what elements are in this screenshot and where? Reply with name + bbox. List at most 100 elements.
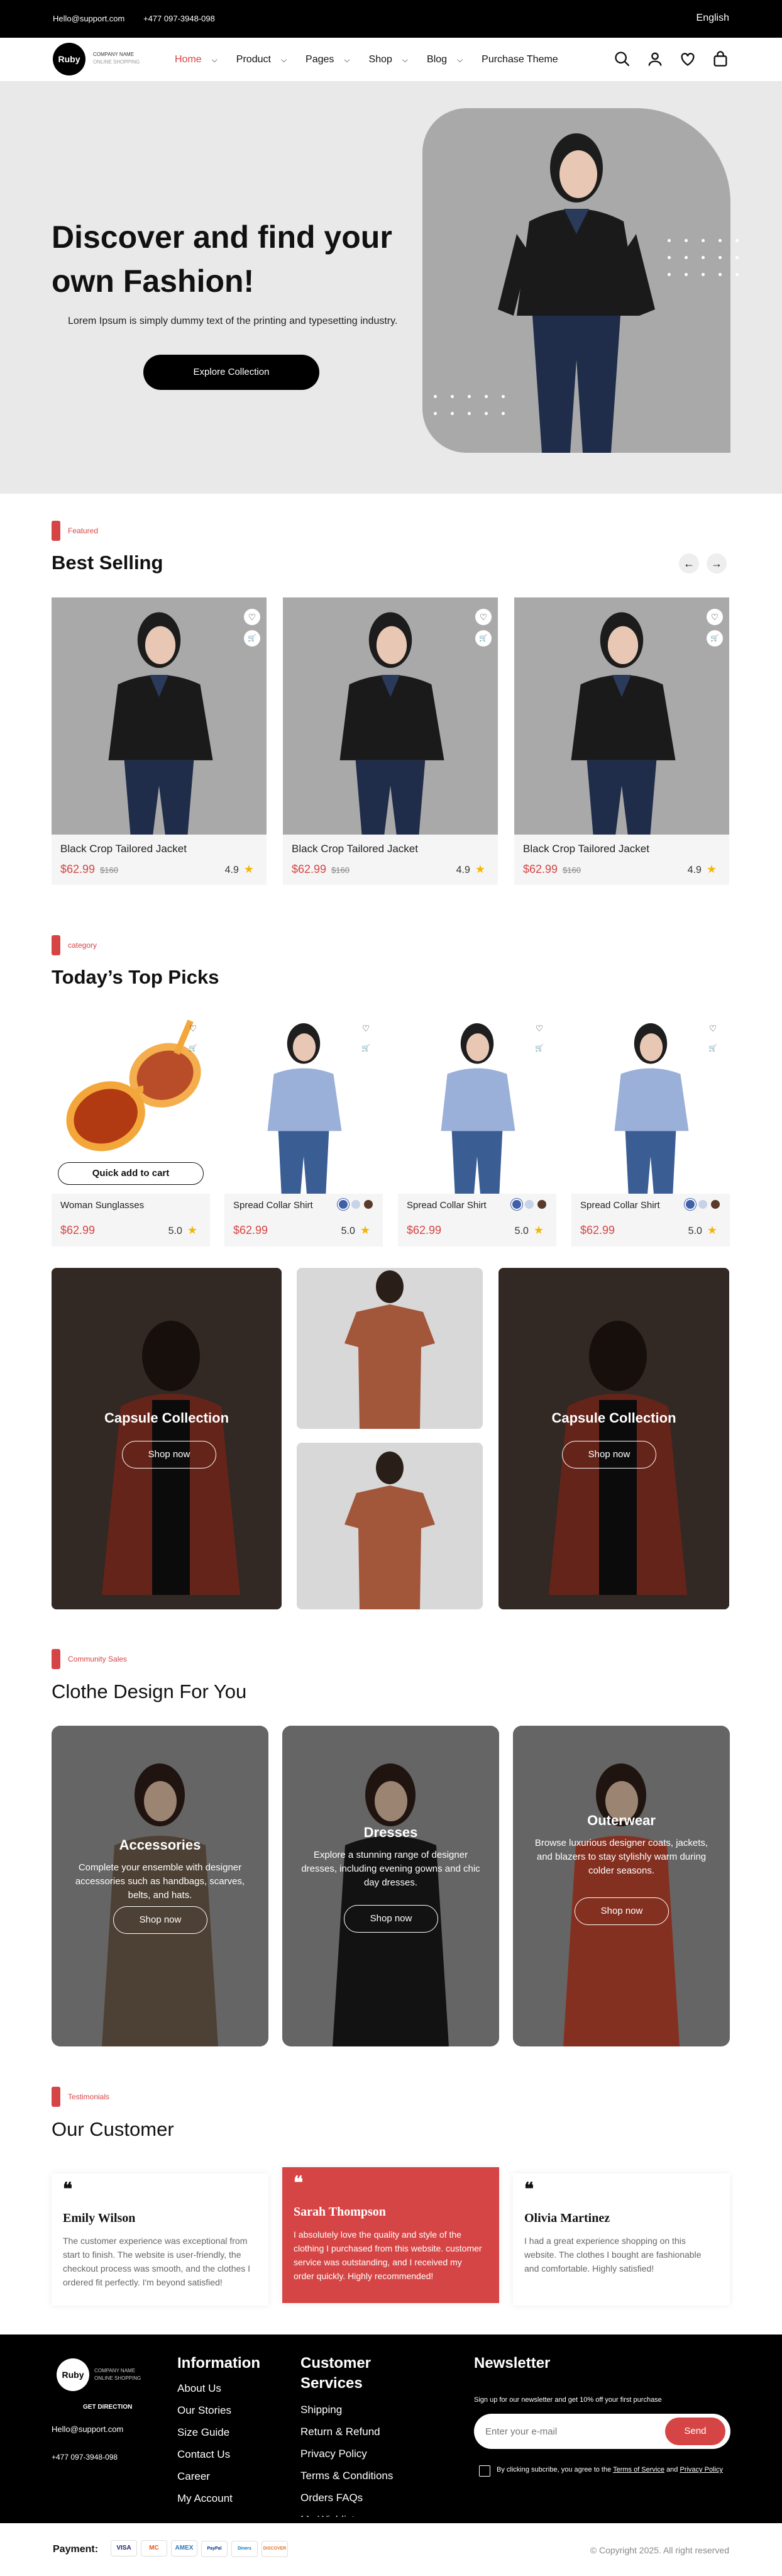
next-arrow-button[interactable]: → — [707, 553, 727, 574]
rating-value: 4.9 — [687, 865, 702, 875]
product-price: $62.99 — [60, 1224, 96, 1236]
footer-link[interactable]: Career — [177, 2465, 233, 2487]
category-shop-button[interactable]: Shop now — [344, 1905, 438, 1933]
add-to-cart-icon[interactable]: 🛒 — [185, 1040, 201, 1057]
color-swatch[interactable] — [537, 1200, 546, 1209]
footer-email[interactable]: Hello@support.com — [52, 2424, 123, 2434]
category-shop-button[interactable]: Shop now — [113, 1906, 207, 1934]
footer-link[interactable]: Shipping — [300, 2399, 393, 2421]
product-name[interactable]: Black Crop Tailored Jacket — [292, 843, 418, 855]
wishlist-heart-icon[interactable]: ♡ — [531, 1020, 548, 1036]
add-to-cart-icon[interactable]: 🛒 — [475, 630, 492, 647]
collection-left-card[interactable]: Capsule Collection Shop now — [52, 1268, 282, 1609]
footer-link[interactable]: Privacy Policy — [300, 2443, 393, 2465]
newsletter-send-button[interactable]: Send — [665, 2418, 725, 2445]
add-to-cart-icon[interactable]: 🛒 — [707, 630, 723, 647]
wishlist-heart-icon[interactable]: ♡ — [475, 609, 492, 625]
shirt-model-image — [398, 1011, 556, 1194]
category-card[interactable]: Accessories Complete your ensemble with d… — [52, 1726, 268, 2046]
footer-link[interactable]: Return & Refund — [300, 2421, 393, 2443]
footer-link[interactable]: My Account — [177, 2487, 233, 2509]
product-name[interactable]: Spread Collar Shirt — [233, 1200, 313, 1211]
product-card[interactable]: ♡ 🛒 Spread Collar Shirt $62.99 5.0 ★ — [398, 1011, 556, 1246]
prev-arrow-button[interactable]: ← — [679, 553, 699, 574]
color-swatch[interactable] — [364, 1200, 373, 1209]
product-card[interactable]: ♡ 🛒 Quick add to cart Woman Sunglasses $62.9… — [52, 1011, 210, 1246]
product-image — [283, 597, 498, 835]
color-swatch[interactable] — [698, 1200, 707, 1209]
product-card[interactable]: ♡ 🛒 Spread Collar Shirt $62.99 5.0 ★ — [571, 1011, 730, 1246]
product-name[interactable]: Spread Collar Shirt — [580, 1200, 660, 1211]
privacy-link[interactable]: Privacy Policy — [680, 2466, 722, 2473]
topbar-phone[interactable]: +477 097-3948-098 — [143, 14, 215, 23]
explore-collection-button[interactable]: Explore Collection — [143, 355, 319, 390]
wishlist-heart-icon[interactable]: ♡ — [185, 1020, 201, 1036]
category-title: Outerwear — [587, 1813, 656, 1828]
payment-row: Payment: VISA MC AMEX PayPal Diners DISCOVER … — [0, 2525, 782, 2576]
collection-left-shop-button[interactable]: Shop now — [122, 1441, 216, 1468]
product-image — [398, 1011, 556, 1194]
add-to-cart-icon[interactable]: 🛒 — [531, 1040, 548, 1057]
footer-link[interactable]: Contact Us — [177, 2443, 233, 2465]
nav-item-home[interactable]: Home ⌵ — [175, 54, 218, 65]
product-name[interactable]: Black Crop Tailored Jacket — [60, 843, 187, 855]
user-icon[interactable] — [646, 50, 664, 68]
color-swatch[interactable] — [512, 1200, 521, 1209]
color-swatch[interactable] — [339, 1200, 348, 1209]
information-links: About Us Our Stories Size Guide Contact Us C… — [177, 2377, 233, 2509]
nav-item-product[interactable]: Product ⌵ — [236, 54, 287, 65]
logo[interactable]: Ruby — [53, 43, 85, 75]
tshirt-card-bottom[interactable] — [297, 1443, 483, 1609]
nav-item-shop[interactable]: Shop ⌵ — [369, 54, 408, 65]
footer-link[interactable]: Size Guide — [177, 2421, 233, 2443]
category-shop-button[interactable]: Shop now — [575, 1897, 669, 1925]
get-direction-link[interactable]: GET DIRECTION — [83, 2404, 132, 2411]
collection-right-shop-button[interactable]: Shop now — [562, 1441, 656, 1468]
search-icon[interactable] — [614, 50, 631, 68]
footer-link[interactable]: Orders FAQs — [300, 2487, 393, 2509]
category-card[interactable]: Dresses Explore a stunning range of desig… — [282, 1726, 499, 2046]
footer-link[interactable]: Our Stories — [177, 2399, 233, 2421]
newsletter-heading: Newsletter — [474, 2355, 551, 2372]
collection-right-card[interactable]: Capsule Collection Shop now — [498, 1268, 729, 1609]
jacket-model-image — [283, 597, 498, 835]
consent-checkbox[interactable] — [479, 2465, 490, 2477]
topbar-email[interactable]: Hello@support.com — [53, 14, 124, 23]
footer-logo[interactable]: Ruby — [57, 2358, 89, 2391]
footer-link[interactable]: About Us — [177, 2377, 233, 2399]
add-to-cart-icon[interactable]: 🛒 — [358, 1040, 374, 1057]
color-swatch[interactable] — [525, 1200, 534, 1209]
color-swatch[interactable] — [686, 1200, 695, 1209]
tshirt-card-top[interactable] — [297, 1268, 483, 1429]
newsletter-email-input[interactable] — [485, 2419, 661, 2444]
bag-icon[interactable] — [712, 50, 729, 68]
add-to-cart-icon[interactable]: 🛒 — [705, 1040, 721, 1057]
footer-phone[interactable]: +477 097-3948-098 — [52, 2453, 118, 2462]
nav-item-pages[interactable]: Pages ⌵ — [306, 54, 350, 65]
wishlist-heart-icon[interactable]: ♡ — [707, 609, 723, 625]
product-name[interactable]: Black Crop Tailored Jacket — [523, 843, 649, 855]
add-to-cart-icon[interactable]: 🛒 — [244, 630, 260, 647]
product-card[interactable]: ♡ 🛒 Black Crop Tailored Jacket $62.99 $160 4.… — [52, 597, 267, 885]
quick-add-to-cart-button[interactable]: Quick add to cart — [58, 1162, 204, 1185]
language-selector[interactable]: English — [697, 13, 729, 24]
heart-icon[interactable] — [679, 50, 697, 68]
product-name[interactable]: Spread Collar Shirt — [407, 1200, 487, 1211]
color-swatch[interactable] — [711, 1200, 720, 1209]
category-card[interactable]: Outerwear Browse luxurious designer coats… — [513, 1726, 730, 2046]
product-card[interactable]: ♡ 🛒 Black Crop Tailored Jacket $62.99 $160 4.… — [514, 597, 729, 885]
nav-item-purchase-theme[interactable]: Purchase Theme — [482, 54, 558, 65]
product-card[interactable]: ♡ 🛒 Spread Collar Shirt $62.99 5.0 ★ — [224, 1011, 383, 1246]
footer-link[interactable]: Terms & Conditions — [300, 2465, 393, 2487]
terms-link[interactable]: Terms of Service — [613, 2466, 664, 2473]
nav-item-blog[interactable]: Blog ⌵ — [427, 54, 463, 65]
footer-link[interactable]: My Wishlist — [300, 2509, 393, 2517]
color-swatch[interactable] — [351, 1200, 360, 1209]
color-swatches — [512, 1200, 546, 1209]
product-old-price: $160 — [331, 865, 350, 875]
product-name[interactable]: Woman Sunglasses — [60, 1200, 144, 1211]
wishlist-heart-icon[interactable]: ♡ — [705, 1020, 721, 1036]
wishlist-heart-icon[interactable]: ♡ — [358, 1020, 374, 1036]
wishlist-heart-icon[interactable]: ♡ — [244, 609, 260, 625]
product-card[interactable]: ♡ 🛒 Black Crop Tailored Jacket $62.99 $160 4.… — [283, 597, 498, 885]
